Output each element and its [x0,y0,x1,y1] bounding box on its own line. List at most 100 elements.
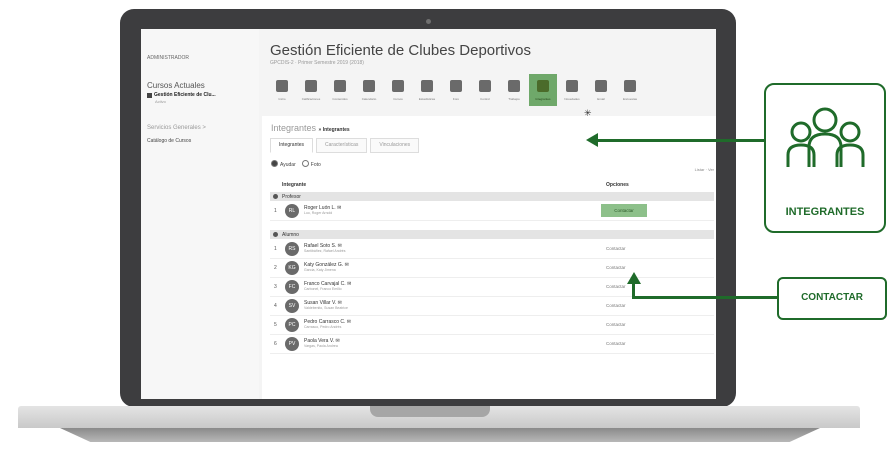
arrow-left-icon [586,133,598,147]
tab-integrantes[interactable]: Integrantes [270,138,314,153]
option-foto[interactable]: Foto [301,160,321,168]
table-row: 1 RS Rafael Soto S. ✉ Santibáñez, Rafael… [270,240,714,259]
table-header: Integrante Opciones [270,180,714,190]
laptop-notch [370,406,490,417]
screen: ADMINISTRADOR Cursos Actuales Gestión Ef… [141,29,716,399]
toolbar-item-calendario[interactable]: Calendario [355,74,383,106]
person-icon [479,80,491,92]
breadcrumb-main[interactable]: Integrantes [271,123,316,133]
toolbar-item-foro[interactable]: Foro [442,74,470,106]
contact-button[interactable]: Contactar [606,284,626,289]
toolbar-item-contenidos[interactable]: Contenidos [326,74,354,106]
row-number: 6 [274,341,277,347]
toolbar-item-estadisticas[interactable]: Estadísticas [413,74,441,106]
section-alumno: Alumno [270,230,714,239]
option-ayudar[interactable]: Ayudar [271,160,296,168]
group-icon [786,107,865,167]
avatar: FC [285,280,299,294]
callout-line [596,139,764,142]
tab-caracteristicas[interactable]: Características [316,138,368,153]
members-panel: Integrantes » Integrantes Integrantes Ca… [262,116,716,399]
toolbar-label: Contenidos [332,97,348,101]
course-icon [147,92,152,98]
toolbar-item-inicio[interactable]: Inicio [268,74,296,106]
sidebar-cursos-heading: Cursos Actuales [147,81,205,90]
contact-button[interactable]: Contactar [606,265,626,270]
page-subtitle: GPCDIS-2 · Primer Semestre 2019 (2018) [270,60,364,66]
avatar: RL [285,204,299,218]
view-options: Ayudar Foto [271,160,321,168]
member-fullname: Santibáñez, Rafael Andrés [304,249,346,253]
page-title: Gestión Eficiente de Clubes Deportivos [270,42,531,59]
tabs: Integrantes Características Vinculacione… [270,138,422,153]
contact-button[interactable]: Contactar [606,341,626,346]
laptop-base-bottom [60,428,820,442]
radio-off-icon [301,160,309,167]
sidebar: ADMINISTRADOR Cursos Actuales Gestión Ef… [141,29,259,399]
toolbar-item-integrantes[interactable]: Integrantes [529,74,557,106]
toolbar-item-email[interactable]: Email [587,74,615,106]
sidebar-admin-label: ADMINISTRADOR [147,55,189,61]
toolbar-item-encuestas[interactable]: Encuestas [616,74,644,106]
toolbar-item-control[interactable]: Control [471,74,499,106]
toolbar-item-trabajos[interactable]: Trabajos [500,74,528,106]
sidebar-course-sub: Activo [155,99,166,104]
avatar: RS [285,242,299,256]
member-fullname: Valdebenito, Susan Beatrice [304,306,348,310]
member-fullname: Vargas, Paola Andrea [304,344,338,348]
toolbar-label: Cursos [393,97,403,101]
contact-button[interactable]: Contactar [606,303,626,308]
row-number: 1 [274,208,277,214]
table-row: 6 PV Paola Vera V. ✉ Vargas, Paola Andre… [270,335,714,354]
callout-contactar: CONTACTAR [777,277,887,320]
toolbar-label: Estadísticas [418,97,436,101]
toolbar-item-calificaciones[interactable]: Calificaciones [297,74,325,106]
column-integrante[interactable]: Integrante [282,182,306,188]
callout-integrantes: INTEGRANTES [764,83,886,233]
share-icon [566,80,578,92]
row-number: 5 [274,322,277,328]
sidebar-item-catalogo[interactable]: Catálogo de Cursos [147,138,191,144]
avatar: SV [285,299,299,313]
option-label: Foto [310,162,321,168]
toolbar-label: Integrantes [535,97,551,101]
toolbar-label: Email [597,97,605,101]
contact-button[interactable]: Contactar [606,322,626,327]
avatar: KG [285,261,299,275]
table-row: 1 RL Roger Luón L. ✉ Luo, Roger Arnold C… [270,202,714,221]
section-profesor: Profesor [270,192,714,201]
toolbar-item-novedades[interactable]: Novedades [558,74,586,106]
breadcrumb-sub: » Integrantes [318,127,350,133]
section-icon [273,194,278,199]
row-number: 1 [274,246,277,252]
row-number: 2 [274,265,277,271]
gear-icon [624,80,636,92]
sidebar-item-course[interactable]: Gestión Eficiente de Clu... [147,92,216,98]
radio-on-icon [271,160,278,167]
toolbar-item-cursos[interactable]: Cursos [384,74,412,106]
sidebar-item-servicios[interactable]: Servicios Generales > [147,125,206,131]
tab-vinculaciones[interactable]: Vinculaciones [370,138,420,153]
column-opciones: Opciones [606,182,629,188]
option-label: Ayudar [280,162,296,168]
mail-icon [595,80,607,92]
table-row: 3 FC Franco Carvajal C. ✉ Carbonel, Fran… [270,278,714,297]
callout-line [632,296,777,299]
member-fullname: Carrasco, Pedro Andrés [304,325,342,329]
list-tools[interactable]: Listar · Ver [695,167,714,172]
toolbar-label: Trabajos [508,97,520,101]
contact-button[interactable]: Contactar [606,246,626,251]
table-row: 2 KG Katy González G. ✉ García, Katy Jim… [270,259,714,278]
table-row: 5 PC Pedro Carrasco C. ✉ Carrasco, Pedro… [270,316,714,335]
table-row: 4 SV Susan Villar V. ✉ Valdebenito, Susa… [270,297,714,316]
row-number: 3 [274,284,277,290]
toolbar-label: Foro [452,97,460,101]
edit-icon [276,80,288,92]
chat-icon [450,80,462,92]
toolbar-label: Inicio [278,97,286,101]
toolbar-label: Novedades [564,97,580,101]
contact-button[interactable]: Contactar [601,204,647,217]
calendar-icon [363,80,375,92]
document-icon [334,80,346,92]
users-icon [305,80,317,92]
